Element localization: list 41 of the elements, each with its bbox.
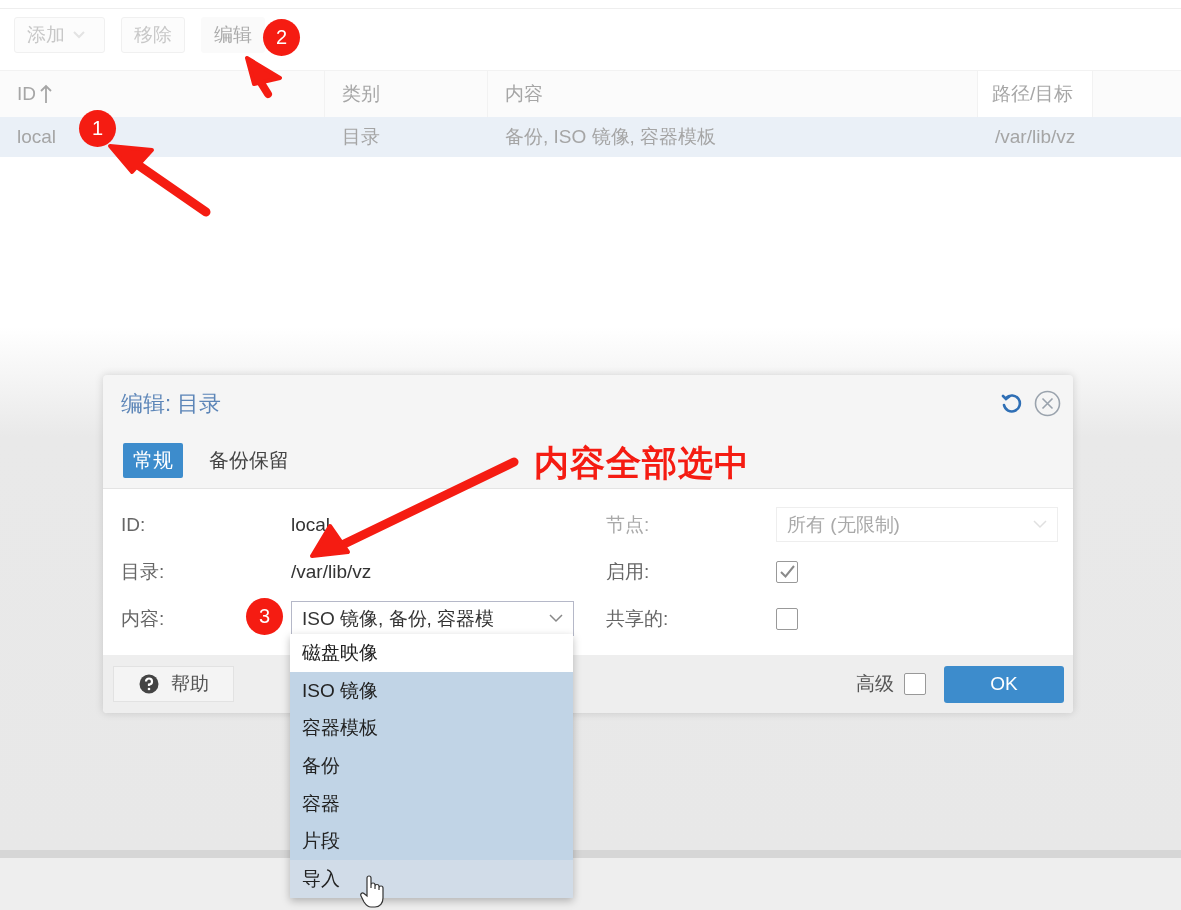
annotation-caption: 内容全部选中 <box>534 442 750 484</box>
toolbar-button[interactable]: 编辑 <box>201 17 265 53</box>
chevron-icon <box>549 614 563 623</box>
step-number-badge: 2 <box>263 19 300 56</box>
dropdown-option[interactable]: 容器模板 <box>290 709 573 748</box>
dialog-title: 编辑: 目录 <box>121 389 222 418</box>
field-label: 节点: <box>606 513 650 535</box>
tab[interactable]: 常规 <box>123 442 183 478</box>
annotation-arrow <box>245 56 282 98</box>
checkbox[interactable] <box>776 560 798 583</box>
tab[interactable]: 备份保留 <box>199 442 299 478</box>
chevron-icon <box>1033 520 1047 529</box>
table-cell: /var/lib/vz <box>995 126 1076 147</box>
dropdown-option[interactable]: 片段 <box>290 822 573 861</box>
hand-cursor-icon <box>360 874 384 908</box>
content-combobox[interactable]: ISO 镜像, 备份, 容器模 <box>291 601 574 636</box>
dropdown-option[interactable]: ISO 镜像 <box>290 671 573 710</box>
table-cell: 备份, ISO 镜像, 容器模板 <box>505 126 717 147</box>
table-cell: local <box>17 126 57 147</box>
field-label: 目录: <box>121 560 165 582</box>
checkbox[interactable] <box>776 607 798 630</box>
table-cell: 目录 <box>342 126 380 147</box>
help-button[interactable]: 帮助 <box>113 666 234 702</box>
close-icon[interactable] <box>1034 390 1061 417</box>
help-icon <box>138 674 159 694</box>
field-label: 内容: <box>121 607 165 629</box>
dropdown-option[interactable]: 备份 <box>290 747 573 785</box>
sort-arrow-icon <box>40 84 52 104</box>
caret-icon <box>73 31 85 39</box>
field-label: ID: <box>121 513 146 535</box>
ok-button[interactable]: OK <box>944 665 1064 703</box>
dropdown-option[interactable]: 磁盘映像 <box>290 634 573 672</box>
column-header[interactable]: 路径/目标 <box>978 71 1093 117</box>
advanced-checkbox[interactable] <box>904 673 926 695</box>
advanced-label: 高级 <box>856 672 894 696</box>
dropdown-option[interactable]: 容器 <box>290 784 573 823</box>
reset-icon[interactable] <box>1000 391 1024 416</box>
dropdown-option[interactable]: 导入 <box>290 860 573 898</box>
field-label: 共享的: <box>606 607 669 629</box>
field-label: 启用: <box>606 560 650 582</box>
field-value: /var/lib/vz <box>291 560 372 583</box>
